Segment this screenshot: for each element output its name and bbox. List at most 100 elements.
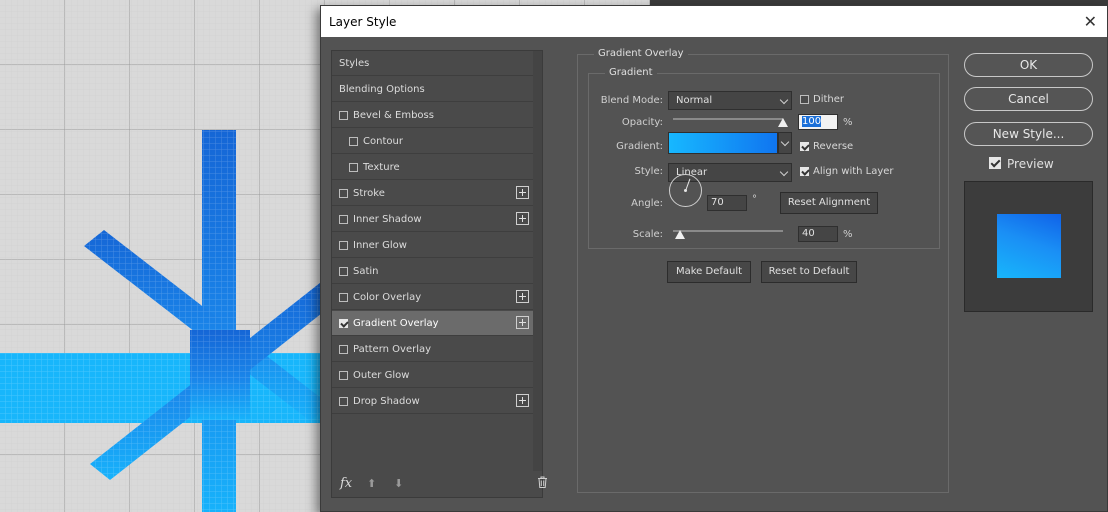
move-up-icon[interactable]: ⬆ (367, 477, 376, 490)
add-icon[interactable] (516, 186, 529, 199)
new-style-button[interactable]: New Style... (964, 122, 1093, 146)
angle-dial-center (684, 189, 687, 192)
style-item-label: Gradient Overlay (353, 318, 439, 329)
scale-input[interactable]: 40 (798, 226, 838, 242)
reverse-checkbox-row[interactable]: Reverse (800, 141, 853, 152)
style-checkbox[interactable] (349, 163, 358, 172)
opacity-percent-label: % (843, 117, 853, 128)
move-down-icon[interactable]: ⬇ (394, 477, 403, 490)
blend-mode-value: Normal (676, 95, 713, 106)
chevron-down-icon (779, 167, 789, 177)
scale-slider-thumb[interactable] (674, 230, 685, 239)
style-label: Style: (634, 166, 664, 177)
scale-percent-label: % (843, 229, 853, 240)
style-checkbox[interactable] (339, 397, 348, 406)
style-item-inner-shadow[interactable]: Inner Shadow (332, 207, 533, 232)
style-item-gradient-overlay[interactable]: Gradient Overlay (332, 311, 533, 336)
preview-label: Preview (1007, 157, 1054, 171)
style-item-color-overlay[interactable]: Color Overlay (332, 285, 533, 310)
preview-checkbox[interactable] (989, 157, 1001, 169)
dialog-titlebar[interactable]: Layer Style ✕ (321, 6, 1107, 37)
degree-label: ° (752, 194, 757, 205)
style-item-outer-glow[interactable]: Outer Glow (332, 363, 533, 388)
style-checkbox[interactable] (339, 189, 348, 198)
cancel-button[interactable]: Cancel (964, 87, 1093, 111)
style-item-bevel-emboss[interactable]: Bevel & Emboss (332, 103, 533, 128)
chevron-down-icon (780, 137, 790, 147)
style-item-label: Outer Glow (353, 370, 410, 381)
make-default-button[interactable]: Make Default (667, 261, 751, 283)
style-item-drop-shadow[interactable]: Drop Shadow (332, 389, 533, 414)
style-item-pattern-overlay[interactable]: Pattern Overlay (332, 337, 533, 362)
preview-thumbnail (964, 181, 1093, 312)
blend-mode-dropdown[interactable]: Normal (668, 91, 792, 110)
gradient-picker-dropdown[interactable] (778, 132, 792, 154)
opacity-input[interactable]: 100 (798, 114, 838, 130)
style-item-texture[interactable]: Texture (332, 155, 533, 180)
gradient-swatch[interactable] (668, 132, 778, 154)
trash-icon[interactable] (537, 476, 548, 488)
style-item-inner-glow[interactable]: Inner Glow (332, 233, 533, 258)
style-item-label: Pattern Overlay (353, 344, 432, 355)
style-checkbox[interactable] (349, 137, 358, 146)
style-checkbox[interactable] (339, 241, 348, 250)
style-checkbox[interactable] (339, 293, 348, 302)
list-scrollbar[interactable] (533, 51, 542, 471)
angle-input[interactable]: 70 (707, 195, 747, 211)
style-item-label: Inner Shadow (353, 214, 422, 225)
preview-checkbox-row[interactable]: Preview (989, 156, 1054, 171)
ok-button[interactable]: OK (964, 53, 1093, 77)
style-checkbox[interactable] (339, 111, 348, 120)
style-item-label: Contour (363, 136, 403, 147)
chevron-down-icon (779, 95, 789, 105)
group-title: Gradient Overlay (594, 48, 688, 59)
styles-list: Styles Blending Options Bevel & Emboss Cont… (331, 50, 547, 498)
style-item-contour[interactable]: Contour (332, 129, 533, 154)
style-item-satin[interactable]: Satin (332, 259, 533, 284)
style-checkbox[interactable] (339, 319, 348, 328)
style-item-label: Inner Glow (353, 240, 407, 251)
style-checkbox[interactable] (339, 267, 348, 276)
reverse-label: Reverse (813, 141, 854, 152)
style-item-blending-options[interactable]: Blending Options (332, 77, 533, 102)
opacity-slider[interactable] (673, 118, 783, 120)
style-item-label: Blending Options (339, 84, 425, 95)
angle-label: Angle: (631, 198, 663, 209)
gradient-overlay-group: Gradient Overlay Gradient Blend Mode: No… (577, 48, 949, 493)
add-icon[interactable] (516, 316, 529, 329)
style-checkbox[interactable] (339, 371, 348, 380)
dither-checkbox[interactable] (800, 95, 809, 104)
style-item-label: Stroke (353, 188, 385, 199)
style-item-label: Drop Shadow (353, 396, 420, 407)
align-checkbox-row[interactable]: Align with Layer (800, 166, 894, 177)
preview-swatch (997, 214, 1061, 278)
style-checkbox[interactable] (339, 215, 348, 224)
subgroup-title: Gradient (605, 67, 657, 78)
style-item-label: Bevel & Emboss (353, 110, 434, 121)
reset-to-default-button[interactable]: Reset to Default (761, 261, 857, 283)
align-with-layer-checkbox[interactable] (800, 167, 809, 176)
style-checkbox[interactable] (339, 345, 348, 354)
gradient-label: Gradient: (616, 141, 663, 152)
add-icon[interactable] (516, 290, 529, 303)
style-item-label: Styles (339, 58, 370, 69)
style-item-stroke[interactable]: Stroke (332, 181, 533, 206)
scale-label: Scale: (632, 229, 663, 240)
style-item-styles[interactable]: Styles (332, 51, 533, 76)
add-icon[interactable] (516, 394, 529, 407)
style-item-label: Satin (353, 266, 379, 277)
dither-label: Dither (813, 94, 845, 105)
reset-alignment-button[interactable]: Reset Alignment (780, 192, 878, 214)
add-icon[interactable] (516, 212, 529, 225)
reverse-checkbox[interactable] (800, 142, 809, 151)
style-item-label: Color Overlay (353, 292, 422, 303)
close-icon[interactable]: ✕ (1084, 12, 1097, 31)
opacity-slider-thumb[interactable] (778, 118, 788, 127)
scale-slider[interactable] (673, 230, 783, 232)
opacity-label: Opacity: (621, 117, 663, 128)
dither-checkbox-row[interactable]: Dither (800, 94, 844, 105)
style-item-label: Texture (363, 162, 400, 173)
angle-dial[interactable] (669, 174, 702, 207)
fx-icon[interactable]: fx (340, 476, 352, 491)
gradient-subgroup: Gradient Blend Mode: Normal Dither Opaci… (588, 67, 940, 249)
